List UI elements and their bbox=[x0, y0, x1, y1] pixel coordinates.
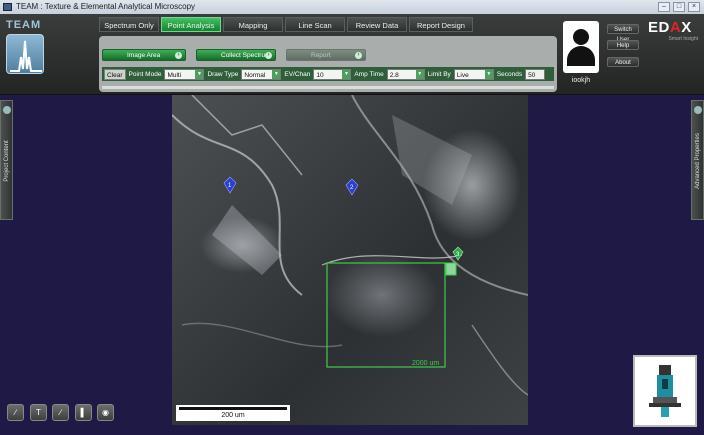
minimize-icon[interactable]: – bbox=[658, 2, 670, 12]
spectrum-logo-icon bbox=[6, 34, 44, 74]
amp-time-label: Amp Time bbox=[354, 70, 384, 78]
window-title: TEAM : Texture & Elemental Analytical Mi… bbox=[16, 2, 196, 11]
maximize-icon[interactable]: □ bbox=[673, 2, 685, 12]
tab-report-design[interactable]: Report Design bbox=[409, 17, 473, 32]
chevron-right-icon: › bbox=[355, 52, 362, 59]
microscope-icon bbox=[649, 365, 681, 417]
camera-icon[interactable]: ◉ bbox=[97, 404, 114, 421]
user-name: iookjh bbox=[571, 77, 591, 84]
roi-rectangle[interactable] bbox=[326, 262, 446, 368]
seconds-label: Seconds bbox=[496, 70, 523, 78]
draw-type-select[interactable]: Normal ▼ bbox=[241, 68, 282, 80]
workflow-steps: Image Area › Collect Spectrum › Report › bbox=[102, 49, 366, 61]
chevron-down-icon: ▼ bbox=[272, 69, 281, 79]
point-mode-label: Point Mode bbox=[128, 70, 162, 78]
point-marker-3[interactable]: 3 bbox=[452, 246, 464, 261]
tab-line-scan[interactable]: Line Scan bbox=[285, 17, 345, 32]
close-icon[interactable]: × bbox=[688, 2, 700, 12]
scale-bar-line bbox=[179, 407, 287, 410]
project-content-label: Project Content bbox=[3, 140, 10, 182]
collect-spectrum-button[interactable]: Collect Spectrum › bbox=[196, 49, 276, 61]
stage-navigator-thumbnail[interactable] bbox=[633, 355, 697, 427]
point-mode-value: Multi bbox=[167, 71, 182, 79]
logo-text: TEAM bbox=[6, 19, 42, 31]
limit-by-select[interactable]: Live ▼ bbox=[453, 68, 494, 80]
tab-mapping[interactable]: Mapping bbox=[223, 17, 283, 32]
avatar-body-icon bbox=[567, 46, 595, 66]
point-marker-1[interactable]: 1 bbox=[223, 176, 237, 194]
amp-time-select[interactable]: 2.8 ▼ bbox=[386, 68, 425, 80]
sem-image-features: 2000 um 1 2 3 bbox=[172, 95, 528, 396]
acquisition-progress-bar bbox=[102, 86, 554, 89]
ev-chan-label: EV/Chan bbox=[284, 70, 311, 78]
user-avatar[interactable] bbox=[563, 21, 599, 73]
advanced-properties-label: Advanced Properties bbox=[694, 133, 701, 189]
edax-tagline: Smart Insight bbox=[668, 36, 698, 42]
tab-review-data[interactable]: Review Data bbox=[347, 17, 407, 32]
edax-logo: EDAX Smart Insight bbox=[648, 20, 700, 43]
point-mode-select[interactable]: Multi ▼ bbox=[164, 68, 205, 80]
text-tool-icon[interactable]: T bbox=[30, 404, 47, 421]
analysis-control-panel: Image Area › Collect Spectrum › Report ›… bbox=[99, 36, 557, 92]
draw-type-value: Normal bbox=[244, 71, 266, 79]
team-logo: TEAM bbox=[6, 19, 50, 91]
chevron-right-icon: › bbox=[265, 52, 272, 59]
chevron-down-icon: ▼ bbox=[342, 69, 351, 79]
sem-image[interactable]: 2000 um 1 2 3 bbox=[172, 95, 528, 425]
histogram-icon[interactable]: ▌ bbox=[75, 404, 92, 421]
ev-chan-select[interactable]: 10 ▼ bbox=[313, 68, 352, 80]
edax-wordmark-part: ED bbox=[648, 19, 670, 36]
expand-icon bbox=[3, 106, 11, 114]
roi-size-label: 2000 um bbox=[412, 360, 439, 367]
image-area-label: Image Area bbox=[127, 52, 161, 59]
expand-icon bbox=[694, 106, 702, 114]
collect-spectrum-label: Collect Spectrum bbox=[221, 52, 271, 59]
switch-user-button[interactable]: Switch User bbox=[607, 24, 639, 43]
chevron-down-icon: ▼ bbox=[484, 69, 493, 79]
draw-type-label: Draw Type bbox=[207, 70, 239, 78]
roi-handle[interactable] bbox=[445, 262, 457, 276]
avatar-head-icon bbox=[573, 29, 589, 45]
measure-icon[interactable]: ∕ bbox=[52, 404, 69, 421]
report-label: Report bbox=[311, 52, 331, 59]
tab-point-analysis[interactable]: Point Analysis bbox=[161, 17, 221, 32]
app-icon bbox=[3, 3, 12, 11]
app-header: TEAM Spectrum Only Point Analysis Mappin… bbox=[0, 14, 704, 95]
scale-bar-label: 200 um bbox=[221, 412, 245, 419]
chevron-right-icon: › bbox=[175, 52, 182, 59]
about-button[interactable]: About bbox=[607, 57, 639, 67]
tab-spectrum-only[interactable]: Spectrum Only bbox=[99, 17, 159, 32]
help-button[interactable]: Help bbox=[607, 40, 639, 50]
limit-by-label: Limit By bbox=[427, 70, 451, 78]
edax-wordmark-part: A bbox=[669, 19, 682, 36]
window-titlebar: TEAM : Texture & Elemental Analytical Mi… bbox=[0, 0, 704, 14]
seconds-input[interactable]: 50 bbox=[525, 68, 546, 80]
draw-line-icon[interactable]: ∕ bbox=[7, 404, 24, 421]
image-area-button[interactable]: Image Area › bbox=[102, 49, 186, 61]
project-content-panel-toggle[interactable]: Project Content bbox=[0, 100, 13, 220]
chevron-down-icon: ▼ bbox=[195, 69, 204, 79]
scale-bar: 200 um bbox=[176, 405, 290, 421]
ev-chan-value: 10 bbox=[316, 71, 324, 79]
limit-by-value: Live bbox=[456, 71, 469, 79]
point-marker-2[interactable]: 2 bbox=[345, 178, 359, 196]
report-button[interactable]: Report › bbox=[286, 49, 366, 61]
acquisition-settings-bar: Clear Point Mode Multi ▼ Draw Type Normal… bbox=[102, 67, 554, 81]
image-workspace: Project Content Advanced Properties 2000… bbox=[0, 95, 704, 435]
amp-time-value: 2.8 bbox=[389, 71, 399, 79]
edax-wordmark-part: X bbox=[681, 19, 692, 36]
advanced-properties-panel-toggle[interactable]: Advanced Properties bbox=[691, 100, 704, 220]
mode-tabs: Spectrum Only Point Analysis Mapping Lin… bbox=[99, 17, 473, 32]
window-controls: – □ × bbox=[658, 2, 700, 12]
edax-wordmark: EDAX bbox=[648, 20, 700, 36]
chevron-down-icon: ▼ bbox=[415, 69, 424, 79]
clear-button[interactable]: Clear bbox=[104, 68, 126, 80]
